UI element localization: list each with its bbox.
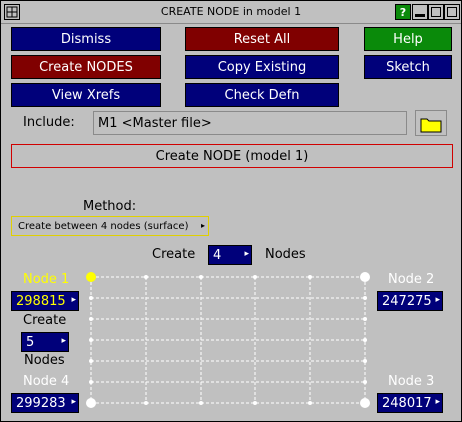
dropdown-arrow-icon: ▸: [61, 336, 66, 346]
question-icon: ?: [399, 5, 407, 19]
side-create-prefix: Create: [23, 313, 67, 328]
create-count-suffix: Nodes: [265, 247, 306, 262]
node3-label: Node 3: [388, 374, 435, 389]
close-icon: [447, 7, 457, 17]
view-xrefs-button[interactable]: View Xrefs: [11, 83, 161, 107]
help-button[interactable]: Help: [364, 27, 452, 51]
node1-label: Node 1: [23, 272, 70, 287]
node-count-value: 4: [213, 247, 222, 263]
grid-lines: [90, 276, 366, 404]
create-node-window: CREATE NODE in model 1 ? Dismiss Reset A…: [0, 0, 462, 422]
method-select[interactable]: Create between 4 nodes (surface) ▸: [11, 216, 209, 236]
side-node-count-input[interactable]: 5 ▸: [21, 332, 69, 352]
maximize-icon: [431, 7, 441, 17]
panel-header: Create NODE (model 1): [11, 144, 453, 168]
window-title: CREATE NODE in model 1: [160, 5, 302, 18]
dropdown-arrow-icon: ▸: [200, 221, 205, 230]
method-select-value: Create between 4 nodes (surface): [18, 220, 189, 232]
close-button[interactable]: [444, 4, 460, 20]
folder-icon: [420, 118, 442, 133]
node2-input[interactable]: 247275 ▸: [377, 291, 443, 311]
node3-input[interactable]: 248017 ▸: [377, 393, 443, 413]
node2-value: 247275: [382, 293, 432, 309]
sketch-button[interactable]: Sketch: [364, 55, 452, 79]
copy-existing-button[interactable]: Copy Existing: [185, 55, 339, 79]
create-count-prefix: Create: [152, 247, 196, 262]
node3-corner-point: [360, 398, 370, 408]
dismiss-button[interactable]: Dismiss: [11, 27, 161, 51]
dropdown-arrow-icon: ▸: [71, 295, 76, 305]
minimize-button[interactable]: [412, 4, 428, 20]
help-titlebar-button[interactable]: ?: [395, 4, 411, 20]
method-label: Method:: [83, 199, 137, 214]
browse-folder-button[interactable]: [415, 110, 447, 136]
node4-value: 299283: [16, 395, 66, 411]
reset-all-button[interactable]: Reset All: [185, 27, 339, 51]
node1-corner-point: [86, 272, 96, 282]
dropdown-arrow-icon: ▸: [71, 397, 76, 407]
node1-value: 298815: [16, 293, 66, 309]
dropdown-arrow-icon: ▸: [435, 295, 440, 305]
node2-corner-point: [360, 272, 370, 282]
dropdown-arrow-icon: ▸: [435, 397, 440, 407]
maximize-button[interactable]: [428, 4, 444, 20]
surface-grid-diagram: [86, 272, 370, 408]
node3-value: 248017: [382, 395, 432, 411]
minimize-icon: [415, 14, 425, 17]
include-field[interactable]: M1 <Master file>: [93, 111, 407, 135]
include-label: Include:: [23, 115, 75, 130]
side-create-suffix: Nodes: [24, 353, 65, 368]
node4-corner-point: [86, 398, 96, 408]
check-defn-button[interactable]: Check Defn: [185, 83, 339, 107]
create-nodes-button[interactable]: Create NODES: [11, 55, 161, 79]
title-bar: CREATE NODE in model 1 ?: [1, 1, 461, 24]
side-node-count-value: 5: [26, 334, 35, 350]
node4-input[interactable]: 299283 ▸: [11, 393, 79, 413]
dropdown-arrow-icon: ▸: [244, 249, 249, 259]
node2-label: Node 2: [388, 272, 435, 287]
node4-label: Node 4: [23, 374, 70, 389]
node1-input[interactable]: 298815 ▸: [11, 291, 79, 311]
node-count-input[interactable]: 4 ▸: [208, 245, 252, 265]
